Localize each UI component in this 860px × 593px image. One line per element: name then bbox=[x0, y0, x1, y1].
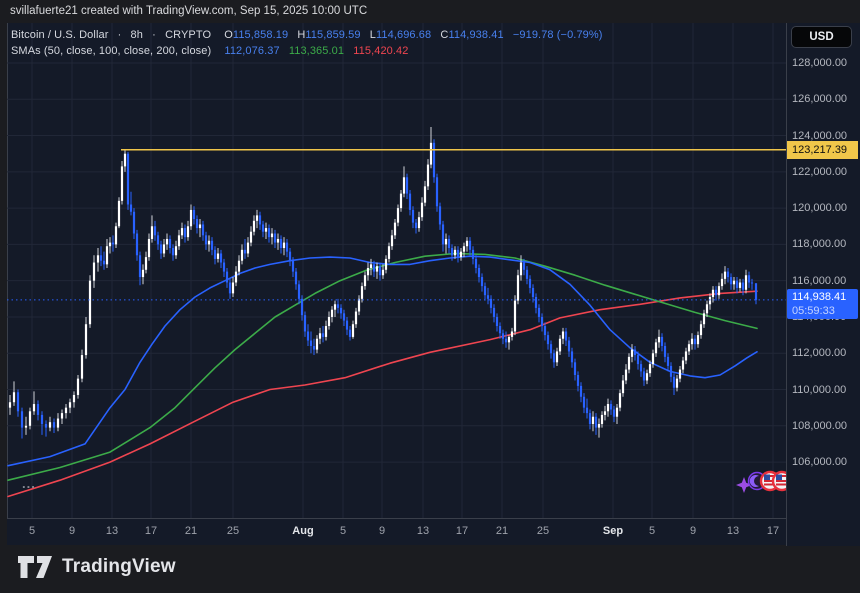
sma100-value: 113,365.01 bbox=[289, 45, 344, 57]
time-label-day: 9 bbox=[379, 525, 385, 537]
sma-label: SMAs (50, close, 100, close, 200, close) bbox=[11, 45, 211, 57]
interval-label: 8h bbox=[131, 29, 143, 41]
tradingview-logo-text: TradingView bbox=[62, 556, 176, 578]
currency-button[interactable]: USD bbox=[791, 26, 852, 48]
time-label-day: 5 bbox=[29, 525, 35, 537]
emoji-stickers[interactable] bbox=[736, 472, 791, 493]
price-label: 108,000.00 bbox=[792, 420, 847, 432]
tradingview-logo: TradingView bbox=[17, 553, 176, 581]
high-value: 115,859.59 bbox=[305, 29, 360, 41]
time-label-month: Sep bbox=[603, 525, 623, 537]
time-label-day: 13 bbox=[106, 525, 118, 537]
horizontal-line-price-label[interactable]: 123,217.39 bbox=[787, 141, 858, 159]
time-label-day: 9 bbox=[690, 525, 696, 537]
separator: · bbox=[118, 29, 122, 41]
time-label-day: 5 bbox=[340, 525, 346, 537]
time-label-day: 17 bbox=[456, 525, 468, 537]
time-label-day: 17 bbox=[767, 525, 779, 537]
tradingview-logo-icon bbox=[17, 553, 53, 581]
price-label: 126,000.00 bbox=[792, 93, 847, 105]
last-price-value: 114,938.41 bbox=[792, 290, 858, 304]
price-label: 112,000.00 bbox=[792, 347, 846, 359]
close-value: 114,938.41 bbox=[448, 29, 503, 41]
price-label: 118,000.00 bbox=[792, 238, 846, 250]
bar-countdown: 05:59:33 bbox=[792, 304, 858, 318]
separator: · bbox=[152, 29, 156, 41]
price-label: 124,000.00 bbox=[792, 130, 847, 142]
time-label-day: 13 bbox=[417, 525, 429, 537]
price-label: 106,000.00 bbox=[792, 456, 847, 468]
time-label-day: 9 bbox=[69, 525, 75, 537]
sma-legend: SMAs (50, close, 100, close, 200, close)… bbox=[11, 45, 408, 57]
symbol-legend: Bitcoin / U.S. Dollar · 8h · CRYPTO O115… bbox=[11, 29, 603, 41]
open-label: O bbox=[224, 29, 233, 41]
time-label-day: 21 bbox=[496, 525, 508, 537]
last-price-label[interactable]: 114,938.41 05:59:33 bbox=[787, 289, 858, 319]
time-label-day: 13 bbox=[727, 525, 739, 537]
chart-canvas[interactable] bbox=[0, 0, 860, 593]
legend-more-button[interactable]: ... bbox=[22, 476, 36, 491]
time-label-day: 5 bbox=[649, 525, 655, 537]
time-label-day: 25 bbox=[227, 525, 239, 537]
tradingview-snapshot: svillafuerte21 created with TradingView.… bbox=[0, 0, 860, 593]
attribution-text: svillafuerte21 created with TradingView.… bbox=[10, 5, 367, 17]
price-label: 120,000.00 bbox=[792, 202, 847, 214]
time-label-day: 17 bbox=[145, 525, 157, 537]
time-label-day: 21 bbox=[185, 525, 197, 537]
price-label: 128,000.00 bbox=[792, 57, 847, 69]
sma50-value: 112,076.37 bbox=[224, 45, 279, 57]
candles bbox=[9, 127, 757, 438]
low-value: 114,696.68 bbox=[376, 29, 431, 41]
time-label-month: Aug bbox=[292, 525, 313, 537]
change-value: −919.78 (−0.79%) bbox=[513, 29, 603, 41]
open-value: 115,858.19 bbox=[233, 29, 288, 41]
symbol-name: Bitcoin / U.S. Dollar bbox=[11, 29, 108, 41]
time-label-day: 25 bbox=[537, 525, 549, 537]
price-label: 116,000.00 bbox=[792, 275, 846, 287]
price-label: 122,000.00 bbox=[792, 166, 847, 178]
price-label: 110,000.00 bbox=[792, 384, 846, 396]
exchange-label: CRYPTO bbox=[165, 29, 211, 41]
sma200-value: 115,420.42 bbox=[353, 45, 408, 57]
